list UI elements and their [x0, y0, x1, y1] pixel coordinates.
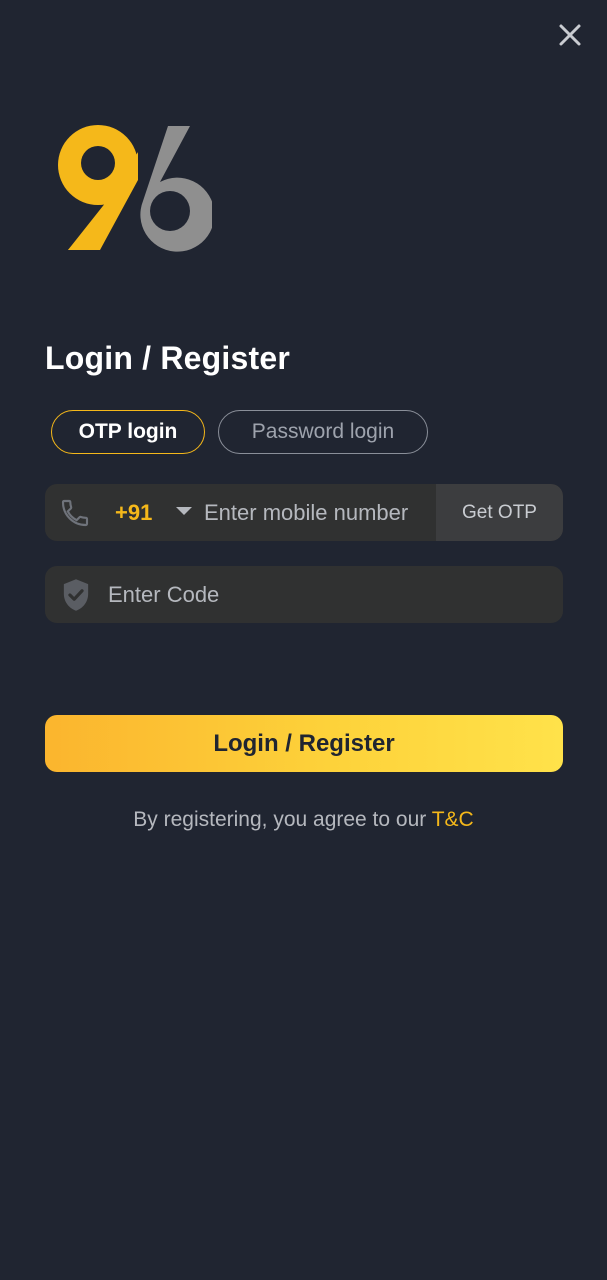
brand-logo — [58, 125, 212, 252]
caret-down-icon[interactable] — [176, 507, 192, 515]
close-icon[interactable] — [555, 20, 585, 50]
terms-link[interactable]: T&C — [432, 808, 474, 831]
terms-text: By registering, you agree to our — [133, 808, 432, 831]
login-register-screen: Login / Register OTP login Password logi… — [0, 0, 607, 1280]
mobile-number-field: +91 Get OTP — [45, 484, 563, 541]
mobile-number-input[interactable] — [204, 484, 436, 541]
otp-code-input[interactable] — [108, 566, 548, 623]
get-otp-button[interactable]: Get OTP — [436, 484, 563, 541]
phone-icon — [61, 499, 89, 527]
tab-password-login[interactable]: Password login — [218, 410, 428, 454]
terms-notice: By registering, you agree to our T&C — [0, 808, 607, 832]
login-register-button[interactable]: Login / Register — [45, 715, 563, 772]
login-method-tabs: OTP login Password login — [51, 410, 428, 454]
page-title: Login / Register — [45, 340, 290, 376]
shield-check-icon — [63, 579, 89, 611]
country-code-selector[interactable]: +91 — [115, 500, 152, 526]
otp-code-field — [45, 566, 563, 623]
tab-otp-login[interactable]: OTP login — [51, 410, 205, 454]
